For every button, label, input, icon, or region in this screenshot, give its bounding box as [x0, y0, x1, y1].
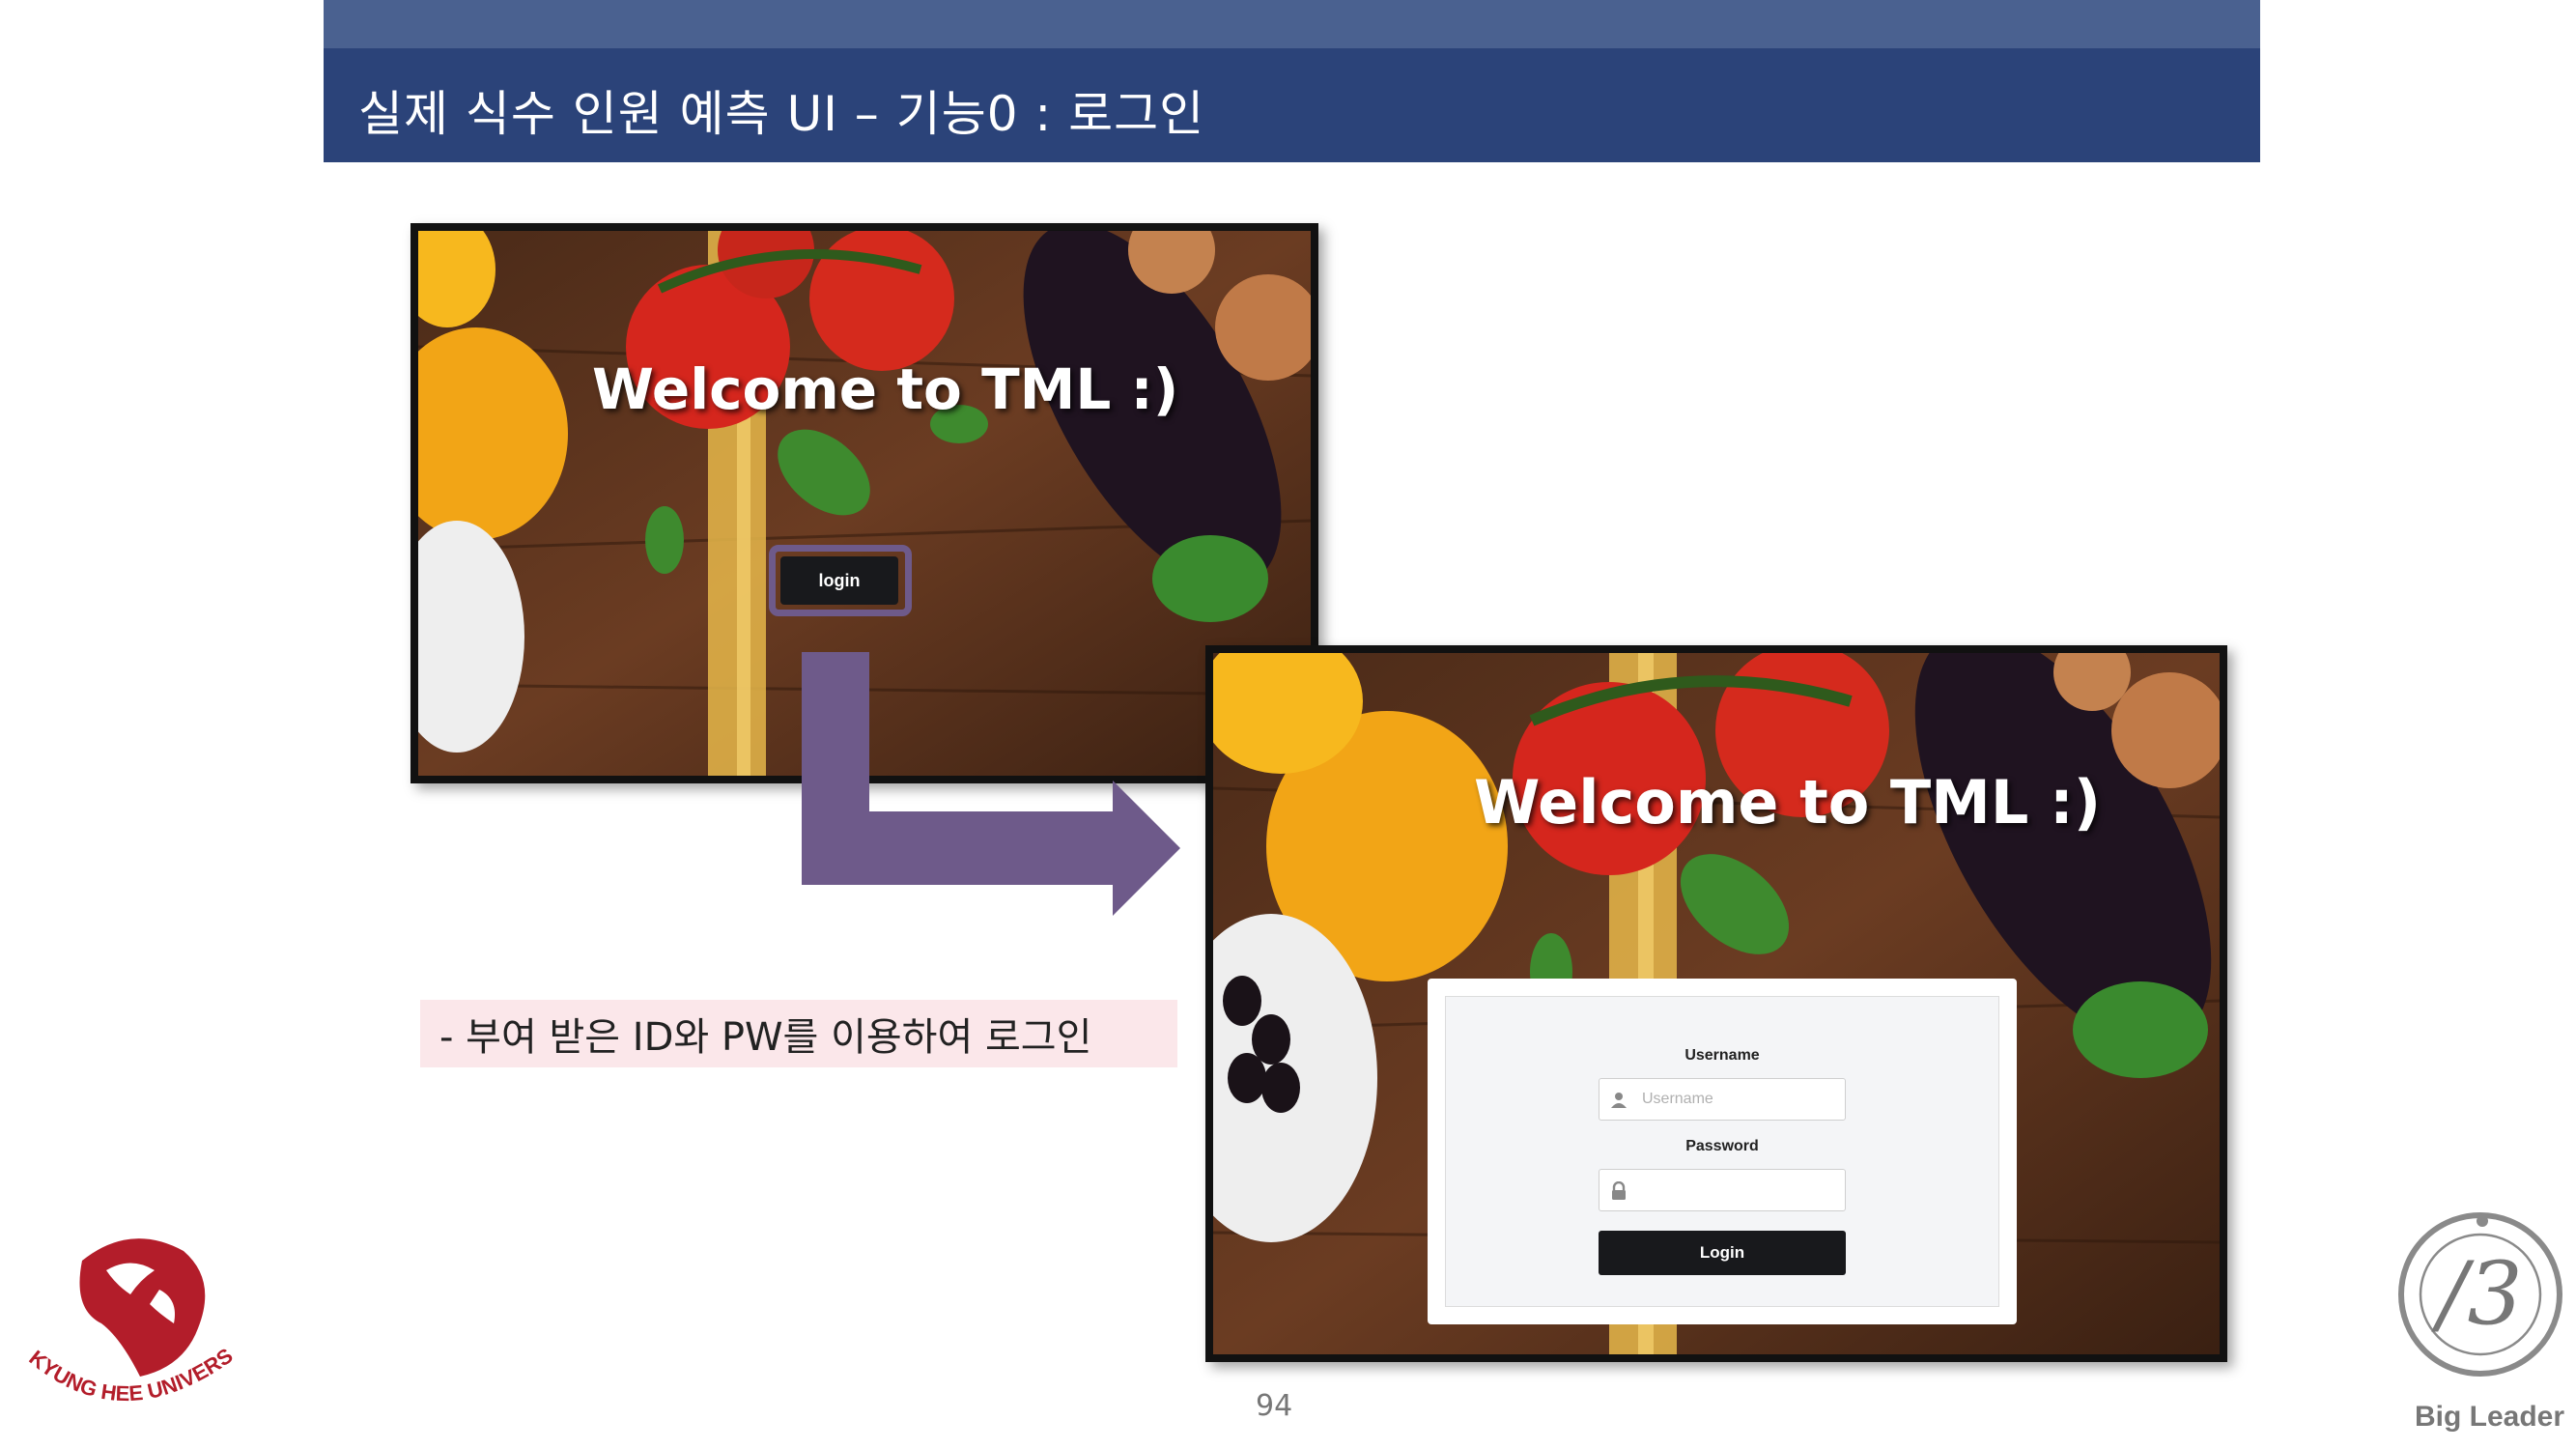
login-button[interactable]: login — [780, 556, 898, 605]
page-number: 94 — [1256, 1389, 1293, 1423]
password-field[interactable] — [1599, 1169, 1846, 1211]
caption: - 부여 받은 ID와 PW를 이용하여 로그인 — [420, 1000, 1177, 1067]
login-button[interactable]: Login — [1599, 1231, 1846, 1275]
lock-icon — [1612, 1181, 1626, 1200]
title-bar: 실제 식수 인원 예측 UI – 기능0 : 로그인 — [324, 48, 2260, 162]
big-leader-text: Big Leader — [2415, 1401, 2565, 1433]
username-label: Username — [1684, 1047, 1760, 1064]
big-leader-logo: /3 — [2398, 1212, 2562, 1377]
password-label: Password — [1685, 1138, 1759, 1154]
kyung-hee-university-logo: KYUNG HEE UNIVERSITY — [14, 1222, 238, 1406]
slide-title: 실제 식수 인원 예측 UI – 기능0 : 로그인 — [358, 86, 1205, 142]
welcome-heading: Welcome to TML :) — [592, 356, 1179, 422]
user-icon — [1611, 1093, 1627, 1108]
welcome-heading: Welcome to TML :) — [1474, 767, 2102, 838]
username-placeholder: Username — [1642, 1091, 1713, 1107]
svg-text:/3: /3 — [2430, 1243, 2523, 1345]
screenshot-login-page: Welcome to TML :) Username Username Pass… — [1205, 645, 2227, 1362]
top-band — [324, 0, 2260, 48]
login-form: Username Username Password Login — [1445, 996, 1999, 1307]
login-panel: Username Username Password Login — [1428, 979, 2017, 1324]
username-field[interactable]: Username — [1599, 1078, 1846, 1121]
arrow-right-icon — [802, 652, 1180, 916]
